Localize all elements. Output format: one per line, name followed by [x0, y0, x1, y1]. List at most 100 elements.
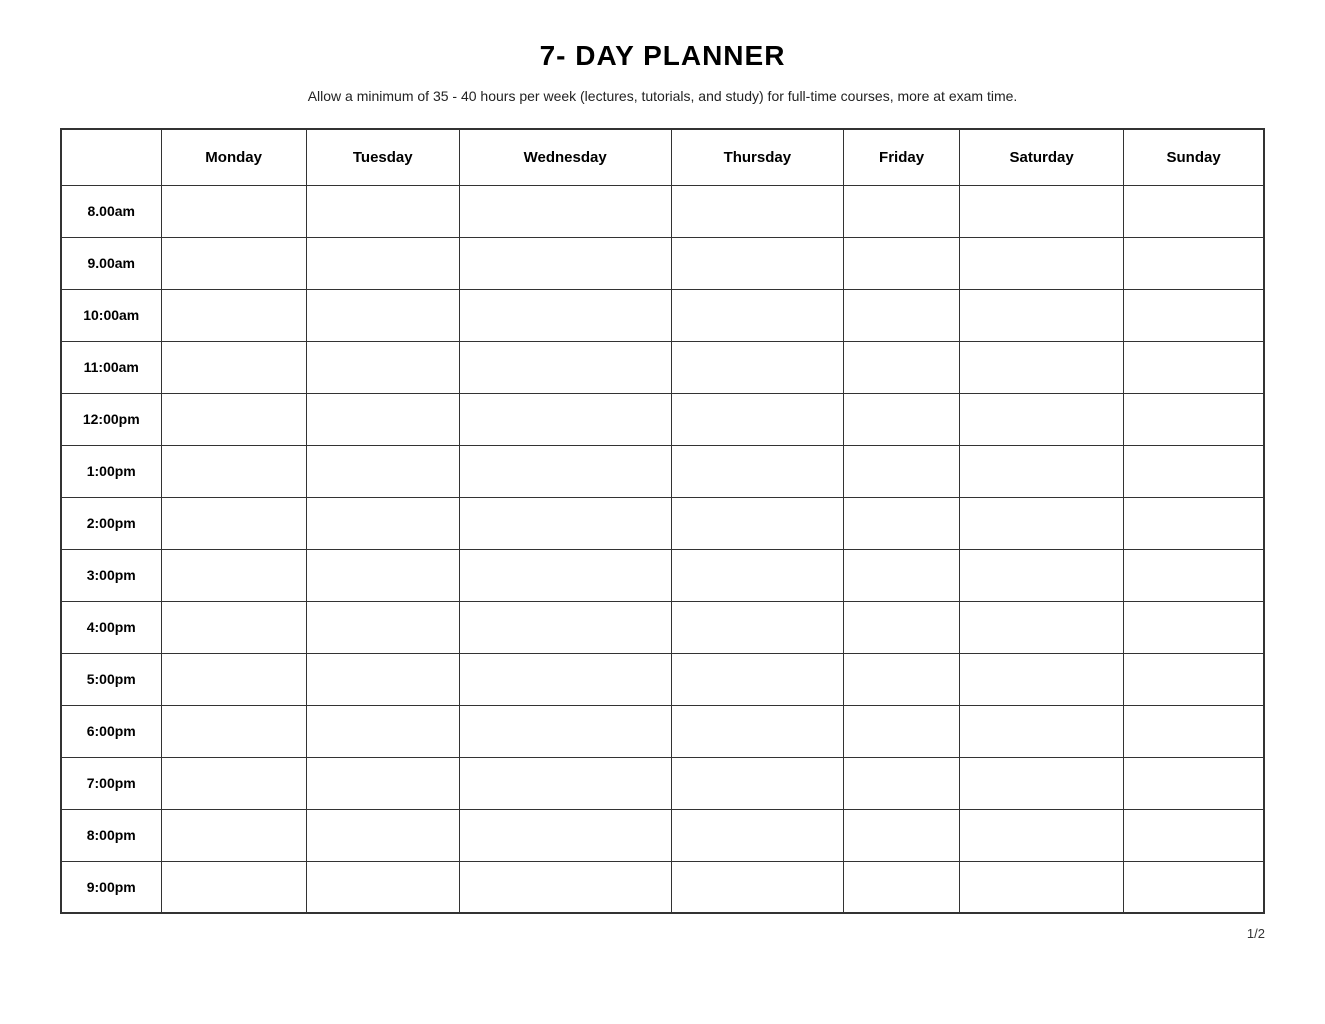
schedule-cell[interactable] [1124, 601, 1264, 653]
schedule-cell[interactable] [671, 497, 844, 549]
schedule-cell[interactable] [1124, 393, 1264, 445]
schedule-cell[interactable] [161, 289, 306, 341]
schedule-cell[interactable] [844, 653, 960, 705]
schedule-cell[interactable] [960, 757, 1124, 809]
schedule-cell[interactable] [161, 185, 306, 237]
schedule-cell[interactable] [960, 497, 1124, 549]
schedule-cell[interactable] [1124, 757, 1264, 809]
schedule-cell[interactable] [671, 185, 844, 237]
schedule-cell[interactable] [459, 341, 671, 393]
schedule-cell[interactable] [1124, 445, 1264, 497]
schedule-cell[interactable] [1124, 237, 1264, 289]
schedule-cell[interactable] [306, 705, 459, 757]
schedule-cell[interactable] [671, 861, 844, 913]
schedule-cell[interactable] [459, 445, 671, 497]
schedule-cell[interactable] [1124, 185, 1264, 237]
schedule-cell[interactable] [1124, 289, 1264, 341]
schedule-cell[interactable] [960, 549, 1124, 601]
schedule-cell[interactable] [960, 237, 1124, 289]
time-label: 7:00pm [61, 757, 161, 809]
schedule-cell[interactable] [161, 497, 306, 549]
schedule-cell[interactable] [844, 393, 960, 445]
schedule-cell[interactable] [306, 289, 459, 341]
schedule-cell[interactable] [459, 237, 671, 289]
schedule-cell[interactable] [844, 861, 960, 913]
schedule-cell[interactable] [459, 705, 671, 757]
schedule-cell[interactable] [1124, 861, 1264, 913]
schedule-cell[interactable] [671, 601, 844, 653]
schedule-cell[interactable] [306, 185, 459, 237]
schedule-cell[interactable] [161, 757, 306, 809]
schedule-cell[interactable] [844, 497, 960, 549]
schedule-cell[interactable] [1124, 809, 1264, 861]
schedule-cell[interactable] [671, 809, 844, 861]
schedule-cell[interactable] [1124, 341, 1264, 393]
schedule-cell[interactable] [844, 185, 960, 237]
schedule-cell[interactable] [671, 393, 844, 445]
schedule-cell[interactable] [459, 289, 671, 341]
schedule-cell[interactable] [306, 601, 459, 653]
schedule-cell[interactable] [161, 237, 306, 289]
schedule-cell[interactable] [459, 653, 671, 705]
schedule-cell[interactable] [844, 237, 960, 289]
schedule-cell[interactable] [844, 757, 960, 809]
schedule-cell[interactable] [161, 809, 306, 861]
schedule-cell[interactable] [459, 497, 671, 549]
schedule-cell[interactable] [161, 549, 306, 601]
schedule-cell[interactable] [306, 445, 459, 497]
schedule-cell[interactable] [306, 237, 459, 289]
schedule-cell[interactable] [459, 549, 671, 601]
schedule-cell[interactable] [161, 861, 306, 913]
schedule-cell[interactable] [960, 393, 1124, 445]
schedule-cell[interactable] [306, 653, 459, 705]
schedule-cell[interactable] [960, 705, 1124, 757]
schedule-cell[interactable] [671, 653, 844, 705]
schedule-cell[interactable] [306, 549, 459, 601]
schedule-cell[interactable] [1124, 549, 1264, 601]
schedule-cell[interactable] [459, 861, 671, 913]
schedule-cell[interactable] [960, 809, 1124, 861]
schedule-cell[interactable] [1124, 653, 1264, 705]
schedule-cell[interactable] [161, 601, 306, 653]
schedule-cell[interactable] [671, 445, 844, 497]
schedule-cell[interactable] [844, 705, 960, 757]
schedule-cell[interactable] [960, 341, 1124, 393]
schedule-cell[interactable] [161, 445, 306, 497]
schedule-cell[interactable] [306, 497, 459, 549]
schedule-cell[interactable] [459, 601, 671, 653]
schedule-cell[interactable] [960, 601, 1124, 653]
schedule-cell[interactable] [960, 185, 1124, 237]
schedule-cell[interactable] [459, 185, 671, 237]
schedule-cell[interactable] [671, 549, 844, 601]
schedule-cell[interactable] [960, 861, 1124, 913]
schedule-cell[interactable] [844, 341, 960, 393]
schedule-cell[interactable] [671, 705, 844, 757]
schedule-cell[interactable] [960, 445, 1124, 497]
schedule-cell[interactable] [844, 445, 960, 497]
schedule-cell[interactable] [306, 757, 459, 809]
schedule-cell[interactable] [671, 289, 844, 341]
schedule-cell[interactable] [306, 393, 459, 445]
schedule-cell[interactable] [844, 549, 960, 601]
schedule-cell[interactable] [844, 809, 960, 861]
schedule-cell[interactable] [960, 289, 1124, 341]
schedule-cell[interactable] [161, 393, 306, 445]
schedule-cell[interactable] [671, 757, 844, 809]
schedule-cell[interactable] [161, 653, 306, 705]
schedule-cell[interactable] [306, 341, 459, 393]
schedule-cell[interactable] [844, 289, 960, 341]
schedule-cell[interactable] [161, 341, 306, 393]
schedule-cell[interactable] [960, 653, 1124, 705]
schedule-cell[interactable] [671, 341, 844, 393]
schedule-cell[interactable] [671, 237, 844, 289]
time-label: 9:00pm [61, 861, 161, 913]
schedule-cell[interactable] [844, 601, 960, 653]
schedule-cell[interactable] [1124, 497, 1264, 549]
schedule-cell[interactable] [1124, 705, 1264, 757]
schedule-cell[interactable] [459, 393, 671, 445]
schedule-cell[interactable] [459, 809, 671, 861]
schedule-cell[interactable] [306, 861, 459, 913]
schedule-cell[interactable] [161, 705, 306, 757]
schedule-cell[interactable] [459, 757, 671, 809]
schedule-cell[interactable] [306, 809, 459, 861]
